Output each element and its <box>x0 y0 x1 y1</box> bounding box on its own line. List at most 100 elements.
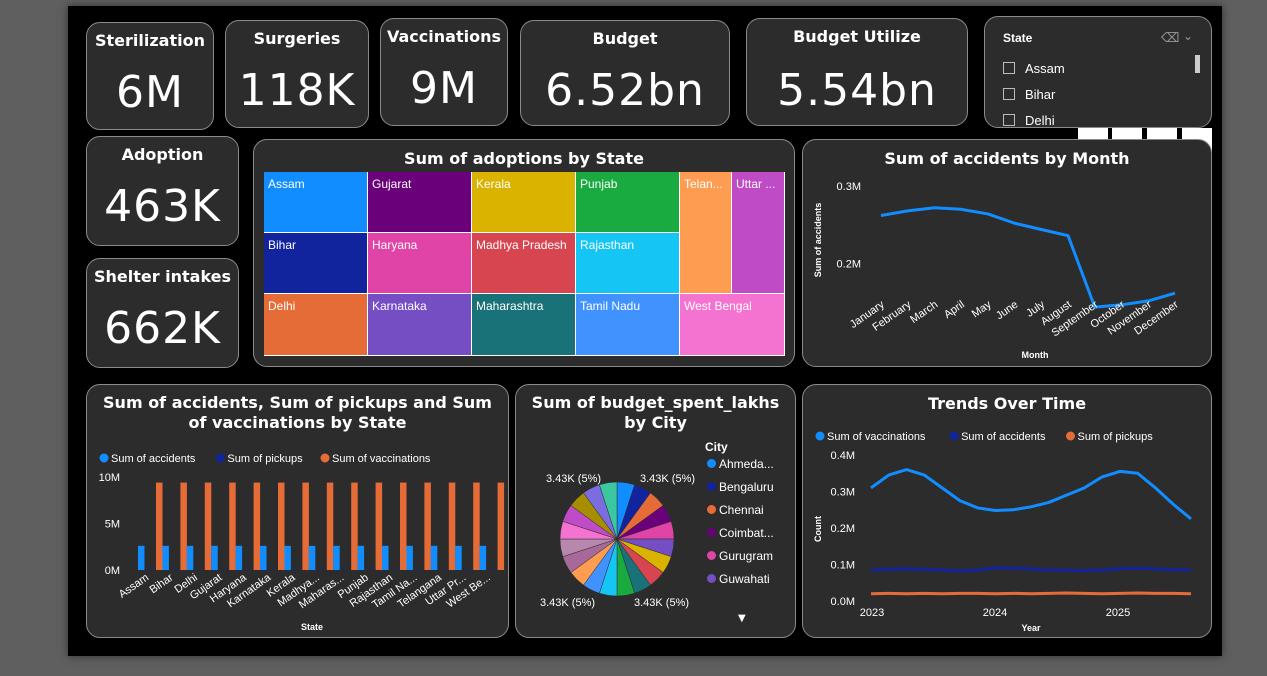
treemap-tile[interactable]: Tamil Nadu <box>576 294 680 356</box>
bar[interactable] <box>497 482 505 570</box>
bar[interactable] <box>357 545 365 570</box>
bar[interactable] <box>156 482 163 570</box>
legend-item[interactable]: Ahmeda... <box>707 457 774 471</box>
bar[interactable] <box>351 482 358 570</box>
bar[interactable] <box>180 482 187 570</box>
bar[interactable] <box>171 569 178 571</box>
legend-label[interactable]: Sum of accidents <box>961 431 1046 443</box>
treemap-tile[interactable]: Punjab <box>576 172 680 233</box>
kpi-card-budget[interactable]: Budget 6.52bn <box>520 20 730 126</box>
bar[interactable] <box>391 569 398 571</box>
legend-label[interactable]: Sum of vaccinations <box>332 453 431 465</box>
legend-item[interactable]: Gurugram <box>707 549 773 563</box>
checkbox[interactable] <box>1003 114 1015 126</box>
treemap-tile[interactable]: Assam <box>264 172 368 233</box>
treemap-tile[interactable]: Karnataka <box>368 294 472 356</box>
bar[interactable] <box>186 545 194 570</box>
bar[interactable] <box>430 545 438 570</box>
legend-scroll-down-icon[interactable]: ▼ <box>738 613 746 624</box>
treemap-tile[interactable]: Maharashtra <box>472 294 576 356</box>
treemap[interactable]: Assam Gujarat Kerala Punjab Telan... Uttar ..… <box>264 172 785 356</box>
bar[interactable] <box>162 545 169 570</box>
bar[interactable] <box>488 569 496 571</box>
bar[interactable] <box>302 482 309 570</box>
slicer-item-assam[interactable]: Assam <box>1003 61 1065 76</box>
bar[interactable] <box>333 545 340 570</box>
bar[interactable] <box>464 569 471 571</box>
bar[interactable] <box>366 569 374 571</box>
bar[interactable] <box>147 569 154 571</box>
city-pie-card[interactable]: Sum of budget_spent_lakhs by City 3.43K … <box>515 384 796 638</box>
state-slicer[interactable]: State ⌫ ⌄ Assam Bihar Delhi <box>984 16 1212 128</box>
bar[interactable] <box>278 482 285 570</box>
kpi-card-sterilization[interactable]: Sterilization 6M <box>86 22 214 130</box>
trends-card[interactable]: Trends Over Time Sum of vaccinations Sum … <box>802 384 1212 638</box>
legend-label[interactable]: Sum of pickups <box>1078 431 1154 443</box>
state-bars-chart[interactable]: Sum of accidents Sum of pickups Sum of vac… <box>87 385 509 638</box>
bar[interactable] <box>400 482 407 570</box>
treemap-tile[interactable]: West Bengal <box>680 294 785 356</box>
bar[interactable] <box>269 569 276 571</box>
trends-line-chart[interactable]: Sum of vaccinations Sum of accidents Sum o… <box>803 385 1212 638</box>
bar[interactable] <box>479 545 487 570</box>
treemap-tile[interactable]: Haryana <box>368 233 472 294</box>
bar[interactable] <box>211 545 218 570</box>
accidents-line[interactable] <box>880 206 1176 309</box>
kpi-card-vaccinations[interactable]: Vaccinations 9M <box>380 18 508 126</box>
accidents-month-line-chart[interactable]: 0.3M0.2MJanuaryFebruaryMarch April May June… <box>803 140 1212 367</box>
checkbox[interactable] <box>1003 88 1015 100</box>
trend-line[interactable] <box>870 468 1192 521</box>
legend-label[interactable]: Sum of vaccinations <box>827 431 926 443</box>
bar[interactable] <box>317 569 325 571</box>
bar[interactable] <box>424 482 431 570</box>
bar[interactable] <box>293 569 300 571</box>
chevron-down-icon[interactable]: ⌄ <box>1183 29 1193 43</box>
bar[interactable] <box>235 545 243 570</box>
bar[interactable] <box>204 482 212 570</box>
bar[interactable] <box>220 569 227 571</box>
kpi-card-surgeries[interactable]: Surgeries 118K <box>225 20 369 128</box>
state-bars-card[interactable]: Sum of accidents, Sum of pickups and Sum… <box>86 384 509 638</box>
slicer-scrollbar[interactable] <box>1195 55 1200 73</box>
bar[interactable] <box>195 569 203 571</box>
bar[interactable] <box>308 545 316 570</box>
legend-label[interactable]: Sum of accidents <box>111 453 196 465</box>
treemap-tile[interactable]: Rajasthan <box>576 233 680 294</box>
accidents-month-card[interactable]: Sum of accidents by Month 0.3M 0.2M Januar… <box>802 139 1212 367</box>
bar[interactable] <box>260 545 267 570</box>
bar[interactable] <box>253 482 261 570</box>
trend-line[interactable] <box>870 591 1192 596</box>
slicer-item-delhi[interactable]: Delhi <box>1003 113 1055 127</box>
bar[interactable] <box>439 569 447 571</box>
treemap-tile[interactable]: Madhya Pradesh <box>472 233 576 294</box>
treemap-tile[interactable]: Delhi <box>264 294 368 356</box>
kpi-card-shelter-intakes[interactable]: Shelter intakes 662K <box>86 258 239 368</box>
slicer-item-bihar[interactable]: Bihar <box>1003 87 1055 102</box>
treemap-tile[interactable]: Telan... <box>680 172 732 294</box>
legend-item[interactable]: Coimbat... <box>707 526 774 540</box>
legend-label[interactable]: Sum of pickups <box>227 453 303 465</box>
bar[interactable] <box>406 545 413 570</box>
bar[interactable] <box>382 545 389 570</box>
treemap-tile[interactable]: Uttar ... <box>732 172 785 294</box>
legend-item[interactable]: Chennai <box>707 503 764 517</box>
bar[interactable] <box>326 482 334 570</box>
bar[interactable] <box>229 482 236 570</box>
adoptions-treemap-card[interactable]: Sum of adoptions by State Assam Gujarat Ke… <box>253 139 795 367</box>
treemap-tile[interactable]: Bihar <box>264 233 368 294</box>
bar[interactable] <box>448 482 456 570</box>
bar[interactable] <box>284 545 291 570</box>
kpi-card-adoption[interactable]: Adoption 463K <box>86 136 239 246</box>
bar[interactable] <box>342 569 349 571</box>
legend-item[interactable]: Guwahati <box>707 572 770 586</box>
trend-line[interactable] <box>870 566 1192 573</box>
bar[interactable] <box>473 482 480 570</box>
eraser-icon[interactable]: ⌫ <box>1161 31 1179 46</box>
treemap-tile[interactable]: Kerala <box>472 172 576 233</box>
checkbox[interactable] <box>1003 62 1015 74</box>
bar[interactable] <box>244 569 252 571</box>
treemap-tile[interactable]: Gujarat <box>368 172 472 233</box>
bar[interactable] <box>415 569 422 571</box>
bar[interactable] <box>138 545 145 570</box>
bar[interactable] <box>455 545 462 570</box>
